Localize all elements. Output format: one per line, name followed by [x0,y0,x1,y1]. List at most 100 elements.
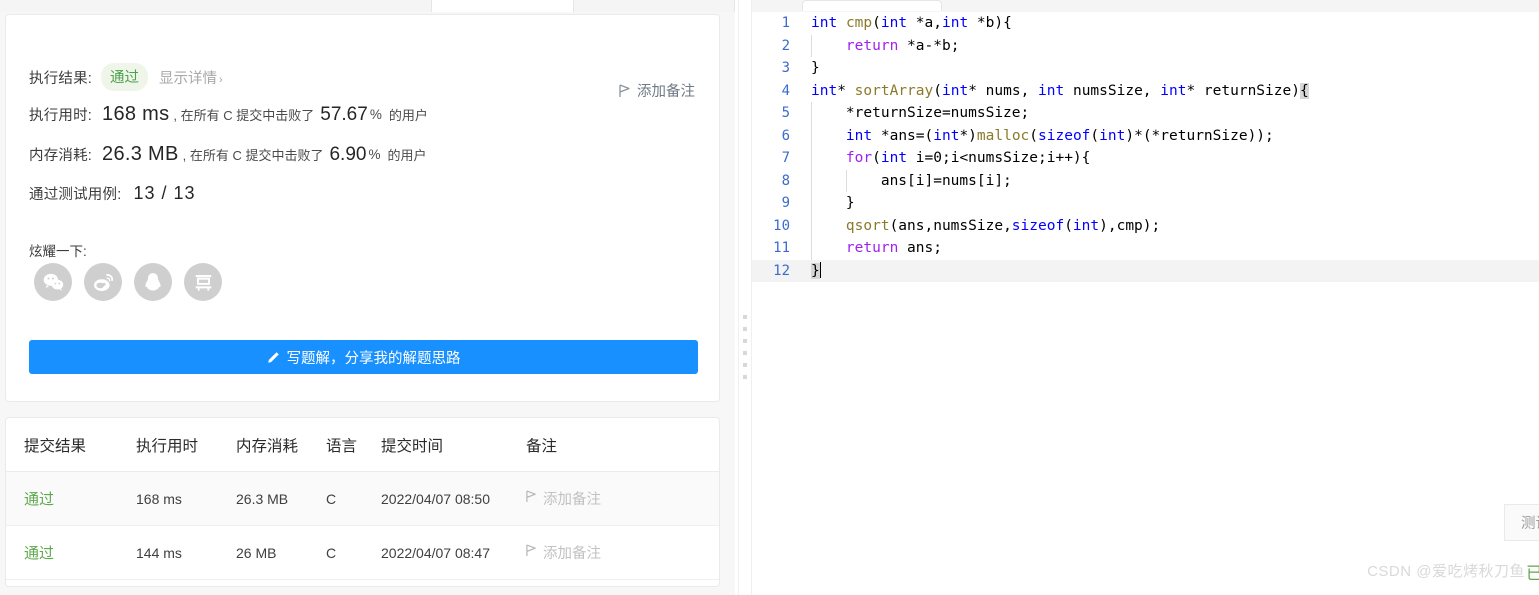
code-text-12: } [811,261,821,279]
code-line-5: 5 *returnSize=numsSize; [752,102,1539,125]
code-line-11: 11 return ans; [752,237,1539,260]
code-area[interactable]: 1 int cmp(int *a,int *b){ 2 return *a-*b… [752,12,1539,282]
code-line-4: 4 int* sortArray(int* nums, int numsSize… [752,80,1539,103]
panel-resize-handle[interactable] [738,0,752,595]
top-tab-strip [0,0,735,12]
cell-time-0: 2022/04/07 08:50 [381,471,526,526]
th-runtime: 执行用时 [136,418,236,472]
share-icon-group [34,263,222,301]
text-cursor [819,261,821,278]
code-line-10: 10 qsort(ans,numsSize,sizeof(int),cmp); [752,214,1539,238]
weibo-share-icon[interactable] [84,263,122,301]
submissions-card: 提交结果 执行用时 内存消耗 语言 提交时间 备注 通过 168 ms 26.3… [5,417,720,587]
memory-beat-text: , 在所有 C 提交中击败了 [182,148,324,163]
chevron-right-icon: › [219,73,223,86]
line-number-1: 1 [781,15,790,31]
qq-share-icon[interactable] [134,263,172,301]
tab-ghost-right[interactable] [574,0,735,12]
share-label: 炫耀一下: [29,244,87,259]
th-time: 提交时间 [381,418,526,472]
tab-ghost-left[interactable] [0,0,432,12]
code-text-8: ans[i]=nums[i]; [804,169,1012,193]
line-number-4: 4 [781,82,790,99]
cell-status: 通过 [6,525,136,580]
leetcode-submission-page: 执行结果: 通过 显示详情 › 添加备注 执行用时: 168 ms , 在所有 C… [0,0,1539,595]
wechat-share-icon[interactable] [34,263,72,301]
line-number-7: 7 [781,150,790,166]
add-note-label-top: 添加备注 [637,84,695,100]
testcases-label: 通过测试用例: [29,187,122,203]
code-line-7: 7 for(int i=0;i<numsSize;i++){ [752,147,1539,170]
write-solution-button[interactable]: 写题解，分享我的解题思路 [29,340,698,374]
line-number-12: 12 [773,262,790,279]
add-note-label-row-1: 添加备注 [543,546,601,562]
memory-row: 内存消耗: 26.3 MB , 在所有 C 提交中击败了 6.90 % 的用户 [29,143,426,166]
table-header-row: 提交结果 执行用时 内存消耗 语言 提交时间 备注 [6,418,719,472]
show-detail-label: 显示详情 [159,70,218,87]
runtime-percent-symbol: % [369,107,382,122]
code-line-6: 6 int *ans=(int*)malloc(sizeof(int)*(*re… [752,124,1539,148]
tab-testcase[interactable]: 测试用例 [1504,505,1539,540]
douban-share-icon[interactable] [184,263,222,301]
submissions-table: 提交结果 执行用时 内存消耗 语言 提交时间 备注 通过 168 ms 26.3… [6,418,719,580]
resize-dots-icon [743,315,747,379]
flag-icon [619,83,631,98]
show-detail-link[interactable]: 显示详情 › [159,67,223,88]
write-solution-label: 写题解，分享我的解题思路 [286,350,461,367]
runtime-label: 执行用时: [29,108,93,124]
editor-tab-ghost[interactable] [802,0,942,11]
add-note-button-top[interactable]: 添加备注 [619,80,695,101]
cell-memory-1: 26 MB [236,525,326,580]
memory-users-text: 的用户 [387,148,427,163]
line-number-3: 3 [781,60,790,76]
memory-percentile: 6.90 [329,143,367,165]
runtime-beat-text: , 在所有 C 提交中击败了 [173,108,315,123]
th-language: 语言 [326,418,381,472]
code-text-6: int *ans=(int*)malloc(sizeof(int)*(*retu… [804,124,1274,148]
execution-result-card: 执行结果: 通过 显示详情 › 添加备注 执行用时: 168 ms , 在所有 C… [5,14,720,402]
code-text-9: } [804,192,855,215]
memory-value: 26.3 MB [102,143,179,165]
cell-time-1: 2022/04/07 08:47 [381,525,526,580]
testcases-row: 通过测试用例: 13 / 13 [29,183,195,204]
tab-ghost-active[interactable] [432,0,574,12]
code-line-3: 3 } [752,57,1539,80]
line-number-6: 6 [781,127,790,144]
memory-label: 内存消耗: [29,148,93,164]
add-note-button-row-0[interactable]: 添加备注 [526,488,719,509]
cell-language-1: C [326,525,381,580]
cell-runtime-0: 168 ms [136,471,236,526]
cell-note-1: 添加备注 [526,525,719,580]
code-text-4: int* sortArray(int* nums, int numsSize, … [811,82,1309,99]
row-status-0: 通过 [24,491,55,508]
cell-memory-0: 26.3 MB [236,471,326,526]
cell-note-0: 添加备注 [526,471,719,526]
code-editor[interactable]: 1 int cmp(int *a,int *b){ 2 return *a-*b… [752,12,1539,504]
watermark: CSDN @爱吃烤秋刀鱼 [1367,563,1525,580]
runtime-percentile: 57.67 [320,103,368,125]
line-number-9: 9 [781,195,790,211]
th-memory: 内存消耗 [236,418,326,472]
add-note-button-row-1[interactable]: 添加备注 [526,542,719,563]
th-note: 备注 [526,418,719,472]
table-row[interactable]: 通过 144 ms 26 MB C 2022/04/07 08:47 添加备注 [6,525,719,580]
console-panel: 测试用例 代码执行结果 调试器 Beta 已完成 执行用时：0 ms [1504,504,1539,595]
cell-runtime-1: 144 ms [136,525,236,580]
code-text-3: } [811,60,820,76]
table-row[interactable]: 通过 168 ms 26.3 MB C 2022/04/07 08:50 添加备… [6,471,719,526]
line-number-8: 8 [781,172,790,189]
code-text-7: for(int i=0;i<numsSize;i++){ [804,147,1090,170]
right-panel: 1 int cmp(int *a,int *b){ 2 return *a-*b… [752,0,1539,595]
code-line-2: 2 return *a-*b; [752,34,1539,58]
left-panel: 执行结果: 通过 显示详情 › 添加备注 执行用时: 168 ms , 在所有 C… [0,0,735,595]
cell-language-0: C [326,471,381,526]
row-status-1: 通过 [24,545,55,562]
line-number-11: 11 [773,240,790,256]
code-line-12: 12 } [752,259,1539,282]
runtime-value: 168 ms [102,103,170,125]
runtime-row: 执行用时: 168 ms , 在所有 C 提交中击败了 57.67 % 的用户 [29,103,428,126]
execution-result-label: 执行结果: [29,70,93,87]
code-text-5: *returnSize=numsSize; [804,102,1029,125]
console-status: 已完成 [1526,564,1539,583]
code-text-10: qsort(ans,numsSize,sizeof(int),cmp); [804,214,1160,238]
